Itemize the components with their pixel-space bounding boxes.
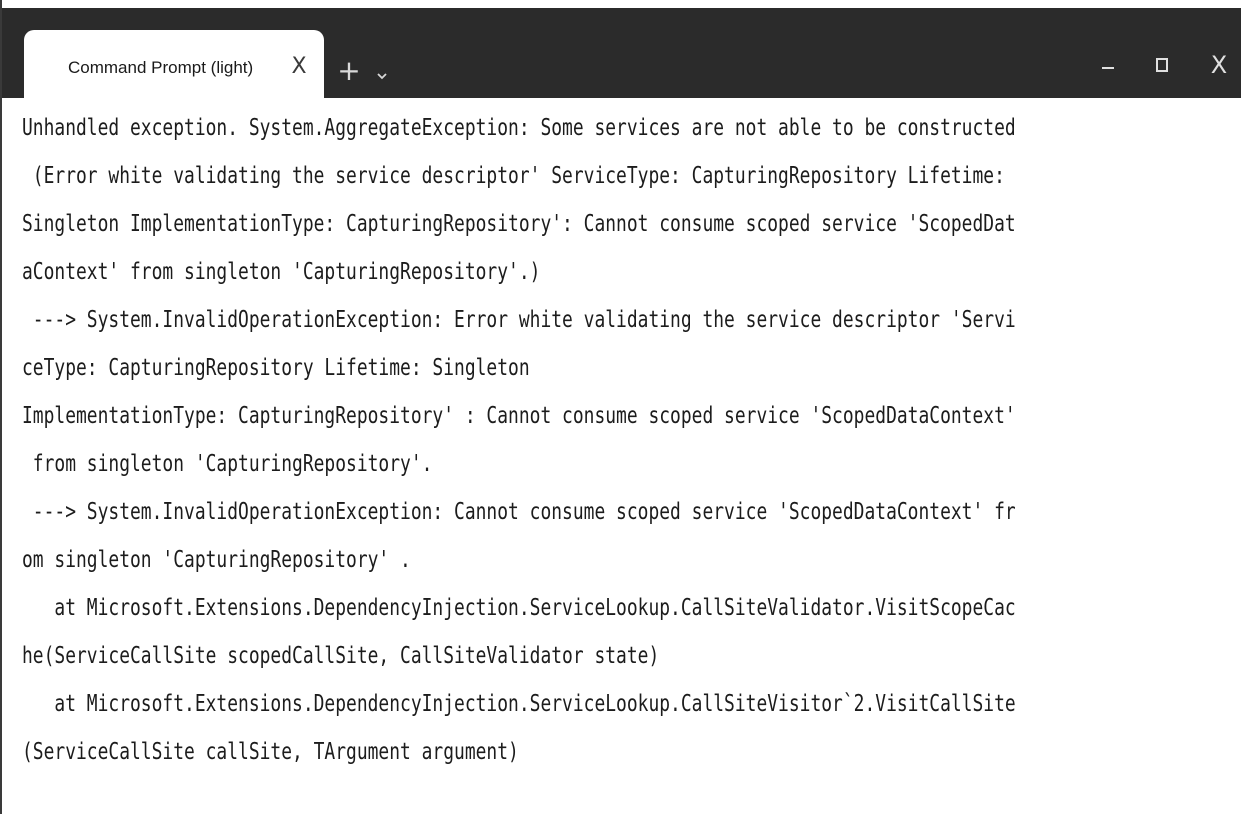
terminal-line: om singleton 'CapturingRepository' .	[22, 547, 411, 573]
terminal-line: ImplementationType: CapturingRepository'…	[22, 403, 1016, 429]
chevron-down-icon-graphic	[377, 73, 387, 80]
terminal-line: Unhandled exception. System.AggregateExc…	[22, 115, 1016, 141]
maximize-button[interactable]	[1146, 48, 1180, 82]
tab-close-button[interactable]: X	[286, 50, 312, 84]
terminal-line: (Error white validating the service desc…	[22, 163, 1005, 189]
terminal-line: aContext' from singleton 'CapturingRepos…	[22, 259, 541, 285]
title-bar: Command Prompt (light) X + X	[2, 8, 1241, 106]
terminal-line: at Microsoft.Extensions.DependencyInject…	[22, 691, 1016, 717]
terminal-line: from singleton 'CapturingRepository'.	[22, 451, 433, 477]
new-tab-button[interactable]: +	[336, 54, 362, 88]
terminal-line: (ServiceCallSite callSite, TArgument arg…	[22, 739, 519, 765]
chevron-down-icon[interactable]	[372, 66, 392, 86]
window-close-button[interactable]: X	[1202, 48, 1236, 82]
terminal-line: ---> System.InvalidOperationException: E…	[22, 307, 1016, 333]
terminal-line: ---> System.InvalidOperationException: C…	[22, 499, 1016, 525]
terminal-line: at Microsoft.Extensions.DependencyInject…	[22, 595, 1016, 621]
maximize-icon	[1156, 58, 1168, 72]
terminal-line: Singleton ImplementationType: CapturingR…	[22, 211, 1016, 237]
tab-command-prompt[interactable]: Command Prompt (light) X	[24, 30, 324, 106]
terminal-line: ceType: CapturingRepository Lifetime: Si…	[22, 355, 530, 381]
minimize-button[interactable]	[1090, 48, 1124, 82]
minimize-icon	[1102, 67, 1114, 69]
terminal-line: he(ServiceCallSite scopedCallSite, CallS…	[22, 643, 660, 669]
tab-title: Command Prompt (light)	[68, 58, 254, 77]
terminal-output[interactable]: Unhandled exception. System.AggregateExc…	[22, 104, 1234, 804]
close-icon: X	[1210, 51, 1228, 79]
terminal-window: Command Prompt (light) X + X Unhandled e…	[0, 0, 1241, 814]
